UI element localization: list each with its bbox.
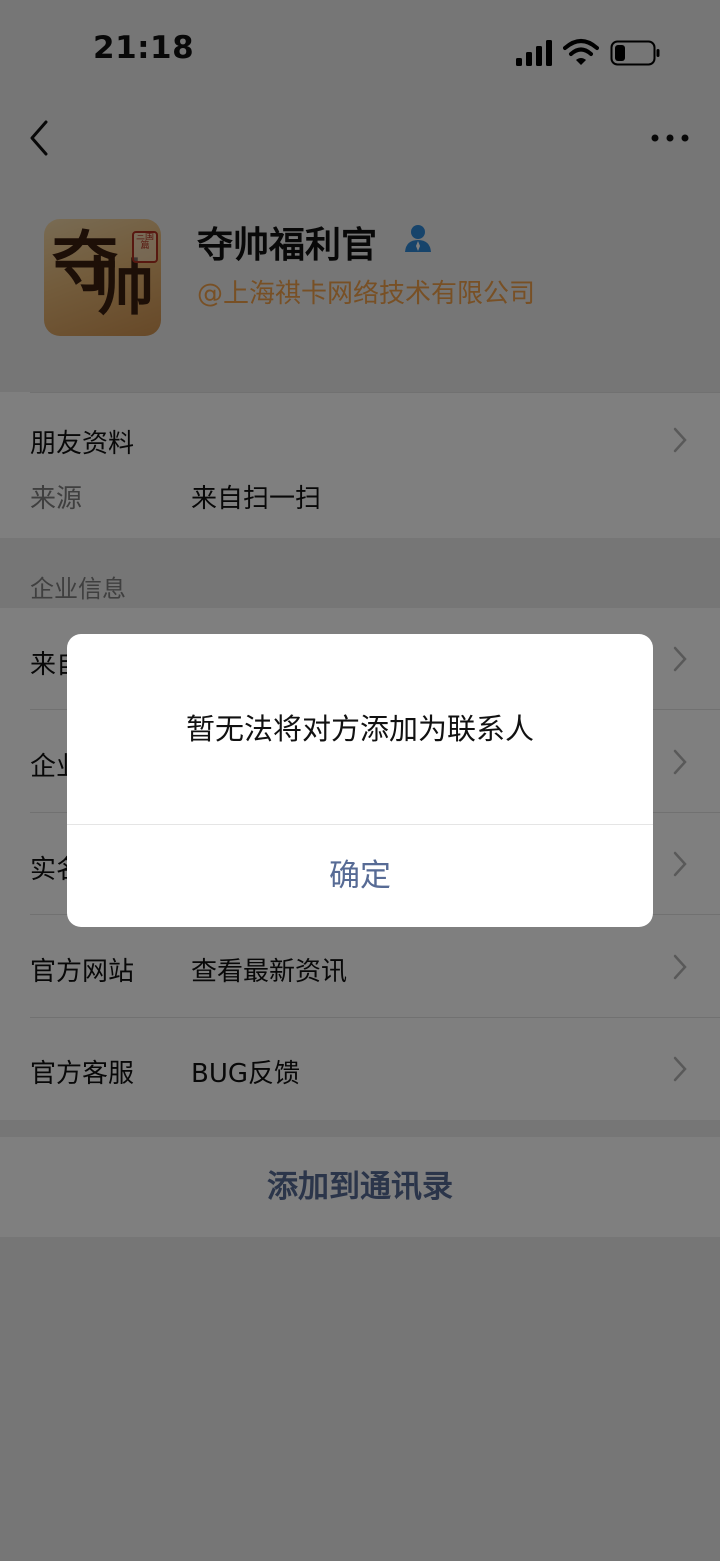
dialog-confirm-button[interactable]: 确定 bbox=[67, 825, 653, 927]
alert-dialog: 暂无法将对方添加为联系人 确定 bbox=[67, 634, 653, 927]
dialog-message: 暂无法将对方添加为联系人 bbox=[185, 712, 534, 746]
